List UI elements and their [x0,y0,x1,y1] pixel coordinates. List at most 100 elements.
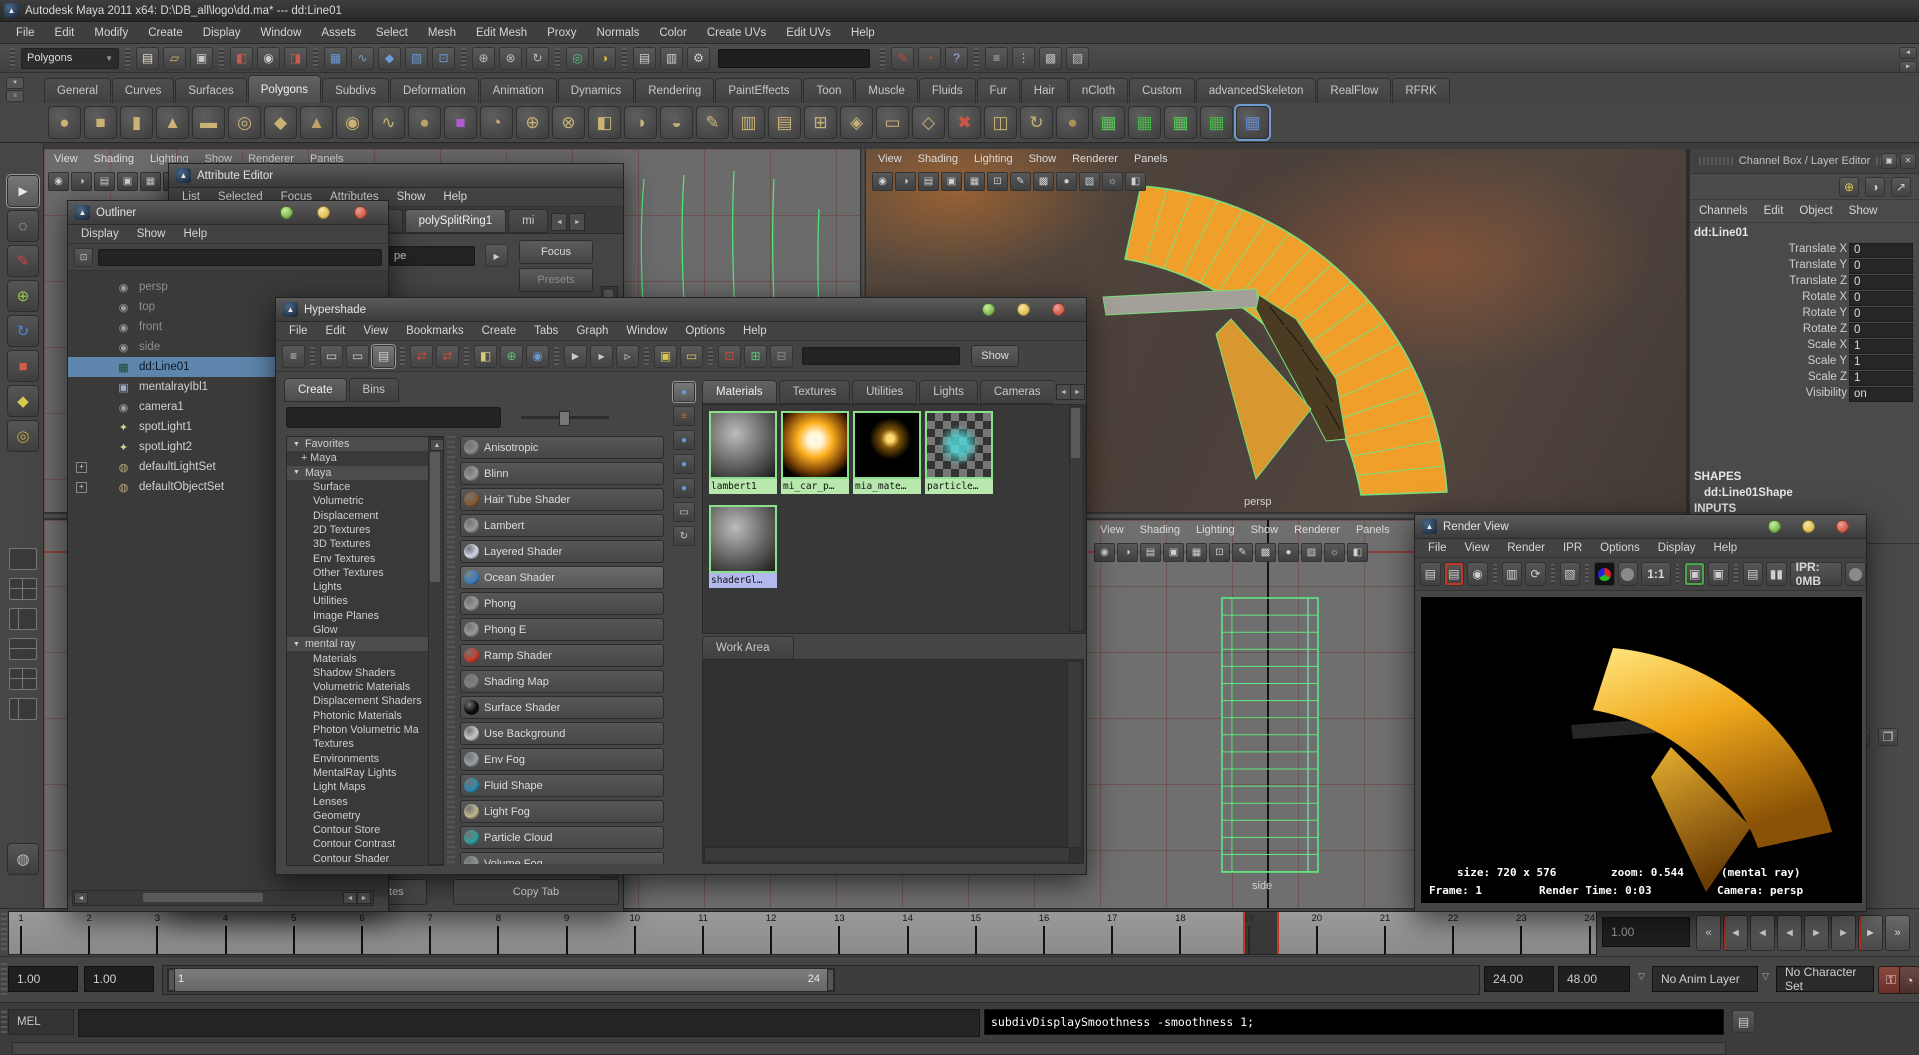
poly-plane-icon[interactable]: ▬ [192,106,225,139]
name-only-icon[interactable]: ▭ [673,502,695,522]
make-live-icon[interactable]: ◎ [566,47,589,70]
tab-scroll-right-icon[interactable]: ► [569,213,585,231]
render-view-menu-ipr[interactable]: IPR [1554,539,1591,557]
snap-grid-icon[interactable]: ▦ [324,47,347,70]
script-editor-icon[interactable]: ▤ [1732,1010,1755,1033]
create-search-input[interactable] [286,407,501,428]
shelf-tab-surfaces[interactable]: Surfaces [175,78,246,103]
hypergraph-layout-icon[interactable]: ◍ [7,843,39,875]
presets-button[interactable]: Presets [519,268,593,292]
uv-automatic-icon[interactable]: ▦ [1200,106,1233,139]
current-frame-indicator[interactable] [1243,912,1279,955]
redo-previous-render-icon[interactable]: ▤ [1444,562,1465,586]
construction-history-icon[interactable]: ↻ [526,47,549,70]
render-icon[interactable]: ▤ [1420,562,1441,586]
minimize-icon[interactable] [1768,520,1781,533]
save-scene-icon[interactable]: ▣ [190,47,213,70]
two-panes-side-layout[interactable] [9,608,37,630]
create-tree-item-displacement-shaders[interactable]: Displacement Shaders [287,694,443,708]
medium-swatch-icon[interactable]: ● [673,454,695,474]
create-tree-item-contour-contrast[interactable]: Contour Contrast [287,837,443,851]
hypershade-menu-graph[interactable]: Graph [567,322,617,340]
channel-value-field[interactable]: 1 [1849,371,1913,386]
counts-toggle-icon[interactable]: ≡ [985,47,1008,70]
grease-pencil-icon[interactable]: ✎ [1232,543,1253,562]
manipulator-axis-icon[interactable]: ⊕ [1839,177,1859,197]
outliner-menu-help[interactable]: Help [175,225,217,243]
create-tree-item-contour-store[interactable]: Contour Store [287,823,443,837]
shader-button-light-fog[interactable]: Light Fog [460,800,664,823]
group-ridge[interactable] [461,48,466,69]
shelf-tab-fluids[interactable]: Fluids [919,78,976,103]
step-back-key-button[interactable]: ◄ [1750,915,1775,951]
focus-button[interactable]: Focus [519,240,593,264]
open-render-settings-icon[interactable]: ▤ [1743,562,1764,586]
convert-to-file-icon[interactable]: ▹ [616,345,639,368]
select-hierarchy-icon[interactable]: ◧ [230,47,253,70]
hypershade-menu-window[interactable]: Window [617,322,676,340]
panel-menu-shading[interactable]: Shading [86,151,142,167]
go-to-start-button[interactable]: « [1696,915,1721,951]
restore-panel-icon[interactable]: ▣ [1881,153,1897,169]
quick-select-input[interactable] [718,49,870,68]
expand-icon[interactable]: + [76,482,87,493]
shelf-tab-hair[interactable]: Hair [1021,78,1068,103]
create-tree-item-photonic-materials[interactable]: Photonic Materials [287,709,443,723]
group-ridge[interactable] [622,48,627,69]
shader-button-ramp-shader[interactable]: Ramp Shader [460,644,664,667]
copy-tab-button[interactable]: Copy Tab [453,879,619,905]
scroll-up-icon[interactable]: ▲ [430,439,444,451]
menu-proxy[interactable]: Proxy [537,25,586,41]
shelf-tab-ncloth[interactable]: nCloth [1069,78,1128,103]
alpha-channel-icon[interactable] [1618,562,1639,586]
channel-value-field[interactable]: 0 [1849,259,1913,274]
shader-button-blinn[interactable]: Blinn [460,462,664,485]
shader-button-layered-shader[interactable]: Layered Shader [460,540,664,563]
poly-helix-icon[interactable]: ∿ [372,106,405,139]
hypershade-menu-edit[interactable]: Edit [317,322,355,340]
scrollbar-thumb[interactable] [430,452,440,582]
channel-value-field[interactable]: 1 [1849,355,1913,370]
poly-cube-icon[interactable]: ■ [84,106,117,139]
expand-icon[interactable]: + [76,462,87,473]
textured-icon[interactable]: ▨ [1301,543,1322,562]
collapse-icon[interactable]: ▼ [293,441,300,448]
create-tree-item-light-maps[interactable]: Light Maps [287,780,443,794]
rotate-tool[interactable]: ↻ [7,315,39,347]
browser-tab-utilities[interactable]: Utilities [852,380,917,404]
new-scene-icon[interactable]: ▤ [136,47,159,70]
render-settings-icon[interactable]: ⚙ [687,47,710,70]
tab-work-area[interactable]: Work Area [702,636,794,660]
poly-soccerball-icon[interactable]: ● [408,106,441,139]
create-tree-item-photon-volumetric-ma[interactable]: Photon Volumetric Ma [287,723,443,737]
work-area-panel[interactable] [702,659,1084,864]
group-ridge[interactable] [974,48,979,69]
select-camera-icon[interactable]: ◉ [1094,543,1115,562]
attribute-editor-tab-polysplitring1[interactable]: polySplitRing1 [405,209,507,233]
collapse-red-icon[interactable]: ⊡ [718,345,741,368]
open-scene-icon[interactable]: ▱ [163,47,186,70]
details-toggle-icon[interactable]: ⋮ [1012,47,1035,70]
playback-start-field[interactable]: 1.00 [84,966,154,992]
expand-green-icon[interactable]: ⊞ [744,345,767,368]
toggle-create-bar-icon[interactable]: ≡ [282,345,305,368]
move-tool[interactable]: ⊕ [7,280,39,312]
soft-modification-tool[interactable]: ◎ [7,420,39,452]
split-polygon-icon[interactable]: ✎ [696,106,729,139]
hypershade-title-bar[interactable]: ▲ Hypershade [276,298,1086,322]
shelf-tab-painteffects[interactable]: PaintEffects [715,78,802,103]
render-view-menu-options[interactable]: Options [1591,539,1649,557]
range-slider-track[interactable]: 1 24 [162,965,1480,995]
region-render-icon[interactable]: ▧ [1560,562,1581,586]
panel-menu-view[interactable]: View [870,151,910,167]
close-icon[interactable] [354,206,367,219]
lasso-tool[interactable]: ◌ [7,210,39,242]
render-view-menu-display[interactable]: Display [1649,539,1705,557]
tab-bins[interactable]: Bins [349,378,399,402]
channel-box-menu-edit[interactable]: Edit [1757,203,1791,219]
panel-menu-lighting[interactable]: Lighting [966,151,1021,167]
image-plane-icon[interactable]: ▦ [1186,543,1207,562]
poly-cylinder-icon[interactable]: ▮ [120,106,153,139]
channel-value-field[interactable]: 0 [1849,291,1913,306]
step-back-frame-button[interactable]: ◄ [1723,915,1748,951]
